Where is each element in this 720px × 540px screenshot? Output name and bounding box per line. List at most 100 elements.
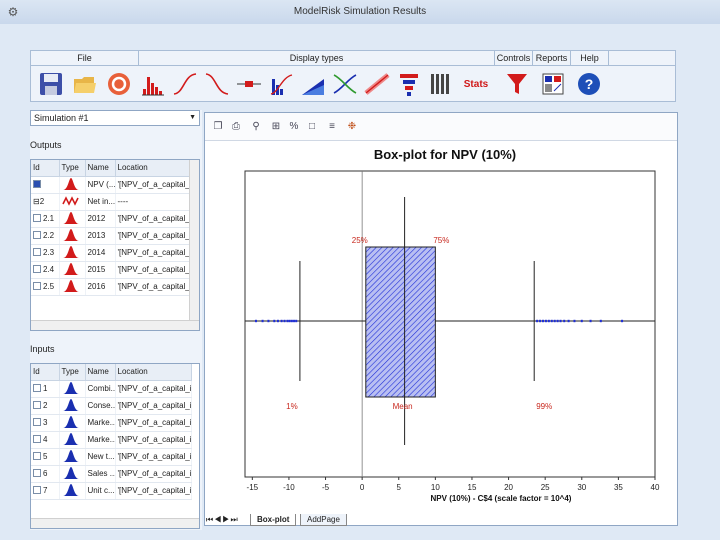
help-button[interactable]: ?	[575, 70, 603, 98]
axis-settings-icon[interactable]: ⊞	[269, 120, 283, 134]
ribbon: File Display types Controls Reports Help	[0, 24, 720, 110]
percentile-99-label: 99%	[536, 402, 552, 411]
filter-button[interactable]	[503, 70, 531, 98]
checkbox[interactable]	[33, 418, 41, 426]
histogram-button[interactable]	[139, 70, 167, 98]
checkbox[interactable]	[33, 265, 41, 273]
sheet-tab-add-page[interactable]: AddPage	[300, 514, 347, 526]
histogram-cdf-button[interactable]	[267, 70, 295, 98]
outlier-point	[293, 319, 296, 323]
output-distribution-icon	[62, 177, 79, 190]
name-cell: 2013	[85, 227, 116, 245]
location-cell: ----	[115, 193, 192, 211]
column-header-name[interactable]: Name	[85, 364, 116, 381]
chart-type-icon[interactable]: □	[305, 120, 319, 134]
settings-gear-icon[interactable]: ❉	[345, 120, 359, 134]
outputs-vertical-scrollbar[interactable]	[189, 160, 199, 320]
cumulative-descending-button[interactable]	[203, 70, 231, 98]
table-row[interactable]: 6 Sales ...'[NPV_of_a_capital_inve	[31, 465, 192, 483]
column-header-name[interactable]: Name	[85, 160, 116, 177]
inputs-header-row: Id Type Name Location	[31, 364, 192, 381]
checkbox[interactable]	[33, 180, 41, 188]
type-cell	[59, 448, 86, 466]
x-tick-label: 0	[360, 483, 365, 492]
table-row[interactable]: 7 Unit c...'[NPV_of_a_capital_inve	[31, 482, 192, 500]
data-table-button[interactable]	[427, 70, 455, 98]
column-header-location[interactable]: Location	[115, 364, 192, 381]
location-text: ----	[117, 197, 129, 206]
save-button[interactable]	[37, 70, 65, 98]
table-row[interactable]: 3 Marke...'[NPV_of_a_capital_inve	[31, 414, 192, 432]
checkbox[interactable]	[33, 231, 41, 239]
descending-curve-icon	[205, 73, 229, 95]
app-icon[interactable]: ⚙	[6, 5, 20, 19]
table-row[interactable]: 2.2 2013 '[NPV_of_a_capital_...	[31, 227, 192, 245]
open-button[interactable]	[71, 70, 99, 98]
ribbon-group-labels: File Display types Controls Reports Help	[30, 50, 676, 66]
zoom-icon[interactable]: ⚲	[249, 120, 263, 134]
location-text: '[NPV_of_a_capital_inve	[117, 435, 191, 444]
scatter-lines-button[interactable]	[331, 70, 359, 98]
sheet-tab-box-plot[interactable]: Box-plot	[250, 514, 297, 526]
column-header-id[interactable]: Id	[31, 160, 60, 177]
table-row[interactable]: ⊟2 Net in... ----	[31, 193, 192, 211]
fan-chart-button[interactable]	[363, 70, 391, 98]
copy-icon[interactable]: ❐	[211, 120, 225, 134]
checkbox[interactable]	[33, 469, 41, 477]
simulation-dropdown[interactable]: Simulation #1 ▼	[30, 110, 200, 126]
column-header-id[interactable]: Id	[31, 364, 60, 381]
inputs-horizontal-scrollbar[interactable]	[31, 518, 199, 528]
checkbox[interactable]	[33, 214, 41, 222]
interquartile-box	[365, 246, 436, 398]
table-row[interactable]: 1 Combi...'[NPV_of_a_capital_inve	[31, 380, 192, 398]
tornado-button[interactable]	[395, 70, 423, 98]
box-plot-button[interactable]	[235, 70, 263, 98]
checkbox[interactable]	[33, 401, 41, 409]
overlay-area-button[interactable]	[299, 70, 327, 98]
table-row[interactable]: NPV (... '[NPV_of_a_capital_...	[31, 176, 192, 194]
stats-button[interactable]: Stats	[459, 70, 493, 98]
percent-format-icon[interactable]: %	[287, 120, 301, 134]
outlier-point	[550, 319, 553, 323]
print-icon[interactable]: ⎙	[229, 120, 243, 134]
name-text: New t...	[87, 452, 115, 461]
x-tick-label: 10	[431, 483, 440, 492]
collapse-toggle-icon[interactable]: ⊟	[33, 197, 40, 206]
location-cell: '[NPV_of_a_capital_...	[115, 227, 192, 245]
sheet-navigation-icon[interactable]: ⏮◀▶⏭	[206, 515, 239, 525]
report-button[interactable]	[539, 70, 567, 98]
checkbox[interactable]	[33, 282, 41, 290]
chart-toolbar: ❐ ⎙ ⚲ ⊞ % □ ≡ ❉	[205, 113, 677, 141]
checkbox[interactable]	[33, 452, 41, 460]
help-question-icon: ?	[578, 73, 600, 95]
table-row[interactable]: 4 Marke...'[NPV_of_a_capital_inve	[31, 431, 192, 449]
box-plot-chart: Box-plot for NPV (10%) NPV (10%) - C$4 (…	[244, 147, 660, 503]
name-cell: 2014	[85, 244, 116, 262]
table-row[interactable]: 5 New t...'[NPV_of_a_capital_inve	[31, 448, 192, 466]
checkbox[interactable]	[33, 486, 41, 494]
table-row[interactable]: 2.4 2015 '[NPV_of_a_capital_...	[31, 261, 192, 279]
column-header-location[interactable]: Location	[115, 160, 192, 177]
outputs-header-row: Id Type Name Location	[31, 160, 192, 177]
type-cell	[59, 193, 86, 211]
checkbox[interactable]	[33, 248, 41, 256]
close-simulation-button[interactable]	[105, 70, 133, 98]
inputs-grid: Id Type Name Location 1 Combi... '[NPV_of_…	[30, 363, 200, 529]
table-row[interactable]: 2.5 2016 '[NPV_of_a_capital_...	[31, 278, 192, 296]
checkbox[interactable]	[33, 384, 41, 392]
time-series-icon	[61, 195, 79, 206]
column-header-type[interactable]: Type	[59, 160, 86, 177]
column-header-type[interactable]: Type	[59, 364, 86, 381]
input-distribution-icon	[62, 398, 79, 411]
id-text: 7	[43, 486, 48, 495]
table-row[interactable]: 2.1 2012 '[NPV_of_a_capital_...	[31, 210, 192, 228]
window-title: ModelRisk Simulation Results	[293, 6, 427, 17]
table-row[interactable]: 2 Conse...'[NPV_of_a_capital_inve	[31, 397, 192, 415]
name-text: 2013	[87, 231, 106, 240]
outputs-horizontal-scrollbar[interactable]	[31, 320, 199, 330]
cumulative-ascending-button[interactable]	[171, 70, 199, 98]
table-row[interactable]: 2.3 2014 '[NPV_of_a_capital_...	[31, 244, 192, 262]
checkbox[interactable]	[33, 435, 41, 443]
legend-icon[interactable]: ≡	[325, 120, 339, 134]
location-text: '[NPV_of_a_capital_...	[117, 231, 191, 240]
